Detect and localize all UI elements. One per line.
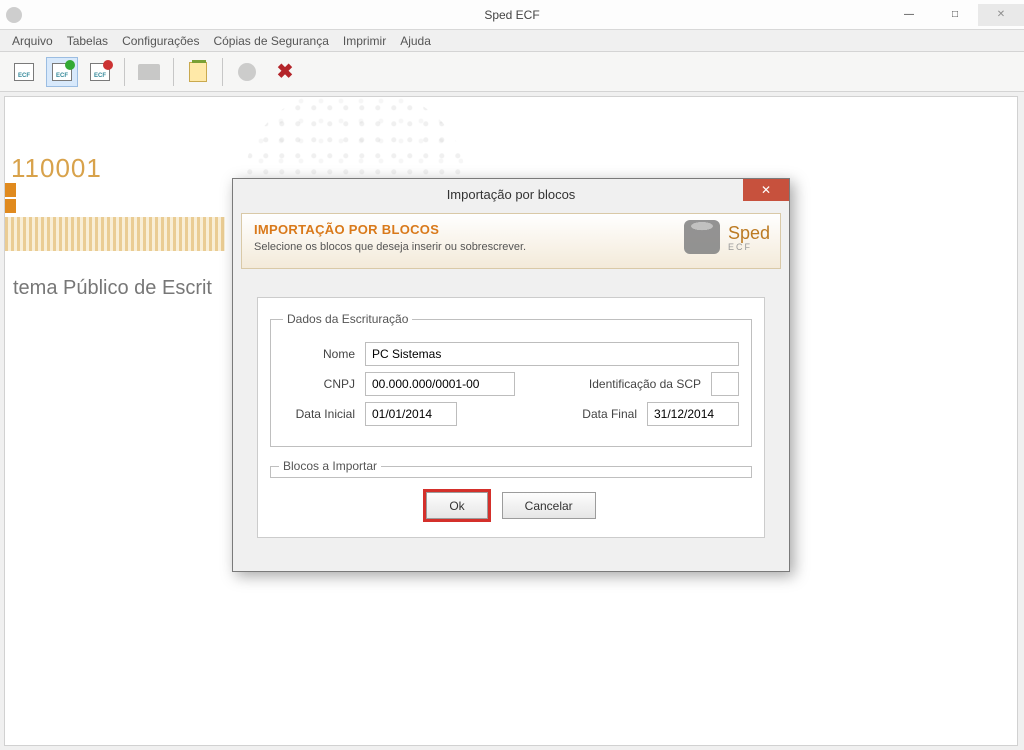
toolbar-separator (222, 58, 223, 86)
import-blocks-dialog: Importação por blocos ✕ IMPORTAÇÃO POR B… (232, 178, 790, 572)
cnpj-label: CNPJ (283, 377, 355, 391)
x-icon: ✖ (277, 59, 294, 84)
ident-scp-field[interactable] (711, 372, 739, 396)
toolbar-separator (124, 58, 125, 86)
nome-label: Nome (283, 347, 355, 361)
database-icon (238, 63, 256, 81)
decorative-code: 110001 (11, 153, 102, 184)
decorative-stripe (5, 217, 225, 251)
toolbar-folder[interactable] (133, 57, 165, 87)
menu-ajuda[interactable]: Ajuda (396, 32, 435, 50)
toolbar-ecf-open[interactable] (46, 57, 78, 87)
toolbar: ✖ (0, 52, 1024, 92)
dialog-close-button[interactable]: ✕ (743, 179, 789, 201)
decorative-slogan: tema Público de Escrit (13, 277, 212, 300)
brand-name: Sped (728, 223, 770, 243)
dialog-header-subtitle: Selecione os blocos que deseja inserir o… (254, 241, 526, 253)
menu-configuracoes[interactable]: Configurações (118, 32, 203, 50)
window-controls: — □ ✕ (886, 4, 1024, 26)
toolbar-separator (173, 58, 174, 86)
folder-icon (138, 64, 160, 80)
menu-copias[interactable]: Cópias de Segurança (209, 32, 332, 50)
ok-button[interactable]: Ok (426, 492, 487, 519)
data-inicial-field[interactable] (365, 402, 457, 426)
edge-tab[interactable] (4, 183, 16, 197)
window-title: Sped ECF (0, 8, 1024, 22)
dialog-body: Dados da Escrituração Nome CNPJ Identifi… (257, 297, 765, 538)
dialog-header: IMPORTAÇÃO POR BLOCOS Selecione os bloco… (241, 213, 781, 269)
menu-tabelas[interactable]: Tabelas (63, 32, 112, 50)
toolbar-ecf-new[interactable] (8, 57, 40, 87)
dialog-titlebar: Importação por blocos ✕ (233, 179, 789, 209)
brand-sub: ECF (728, 242, 770, 252)
cancel-button[interactable]: Cancelar (502, 492, 596, 519)
dialog-header-title: IMPORTAÇÃO POR BLOCOS (254, 222, 526, 237)
note-icon (189, 62, 207, 82)
menu-imprimir[interactable]: Imprimir (339, 32, 390, 50)
edge-tab[interactable] (4, 199, 16, 213)
blocos-legend: Blocos a Importar (279, 459, 381, 473)
app-icon (6, 7, 22, 23)
close-button[interactable]: ✕ (978, 4, 1024, 26)
toolbar-note[interactable] (182, 57, 214, 87)
dialog-button-row: Ok Cancelar (270, 492, 752, 519)
data-inicial-label: Data Inicial (283, 407, 355, 421)
data-final-field[interactable] (647, 402, 739, 426)
menu-arquivo[interactable]: Arquivo (8, 32, 57, 50)
blocos-group: Blocos a Importar (270, 459, 752, 478)
cnpj-field[interactable] (365, 372, 515, 396)
ident-scp-label: Identificação da SCP (589, 377, 701, 391)
menubar: Arquivo Tabelas Configurações Cópias de … (0, 30, 1024, 52)
data-final-label: Data Final (565, 407, 637, 421)
dialog-title: Importação por blocos (447, 187, 576, 202)
sped-logo: Sped ECF (684, 220, 770, 254)
escrituracao-legend: Dados da Escrituração (283, 312, 412, 326)
toolbar-db[interactable] (231, 57, 263, 87)
toolbar-remove[interactable]: ✖ (269, 57, 301, 87)
maximize-button[interactable]: □ (932, 4, 978, 26)
nome-field[interactable] (365, 342, 739, 366)
toolbar-ecf-delete[interactable] (84, 57, 116, 87)
escrituracao-group: Dados da Escrituração Nome CNPJ Identifi… (270, 312, 752, 447)
minimize-button[interactable]: — (886, 4, 932, 26)
disk-icon (684, 220, 720, 254)
titlebar: Sped ECF — □ ✕ (0, 0, 1024, 30)
